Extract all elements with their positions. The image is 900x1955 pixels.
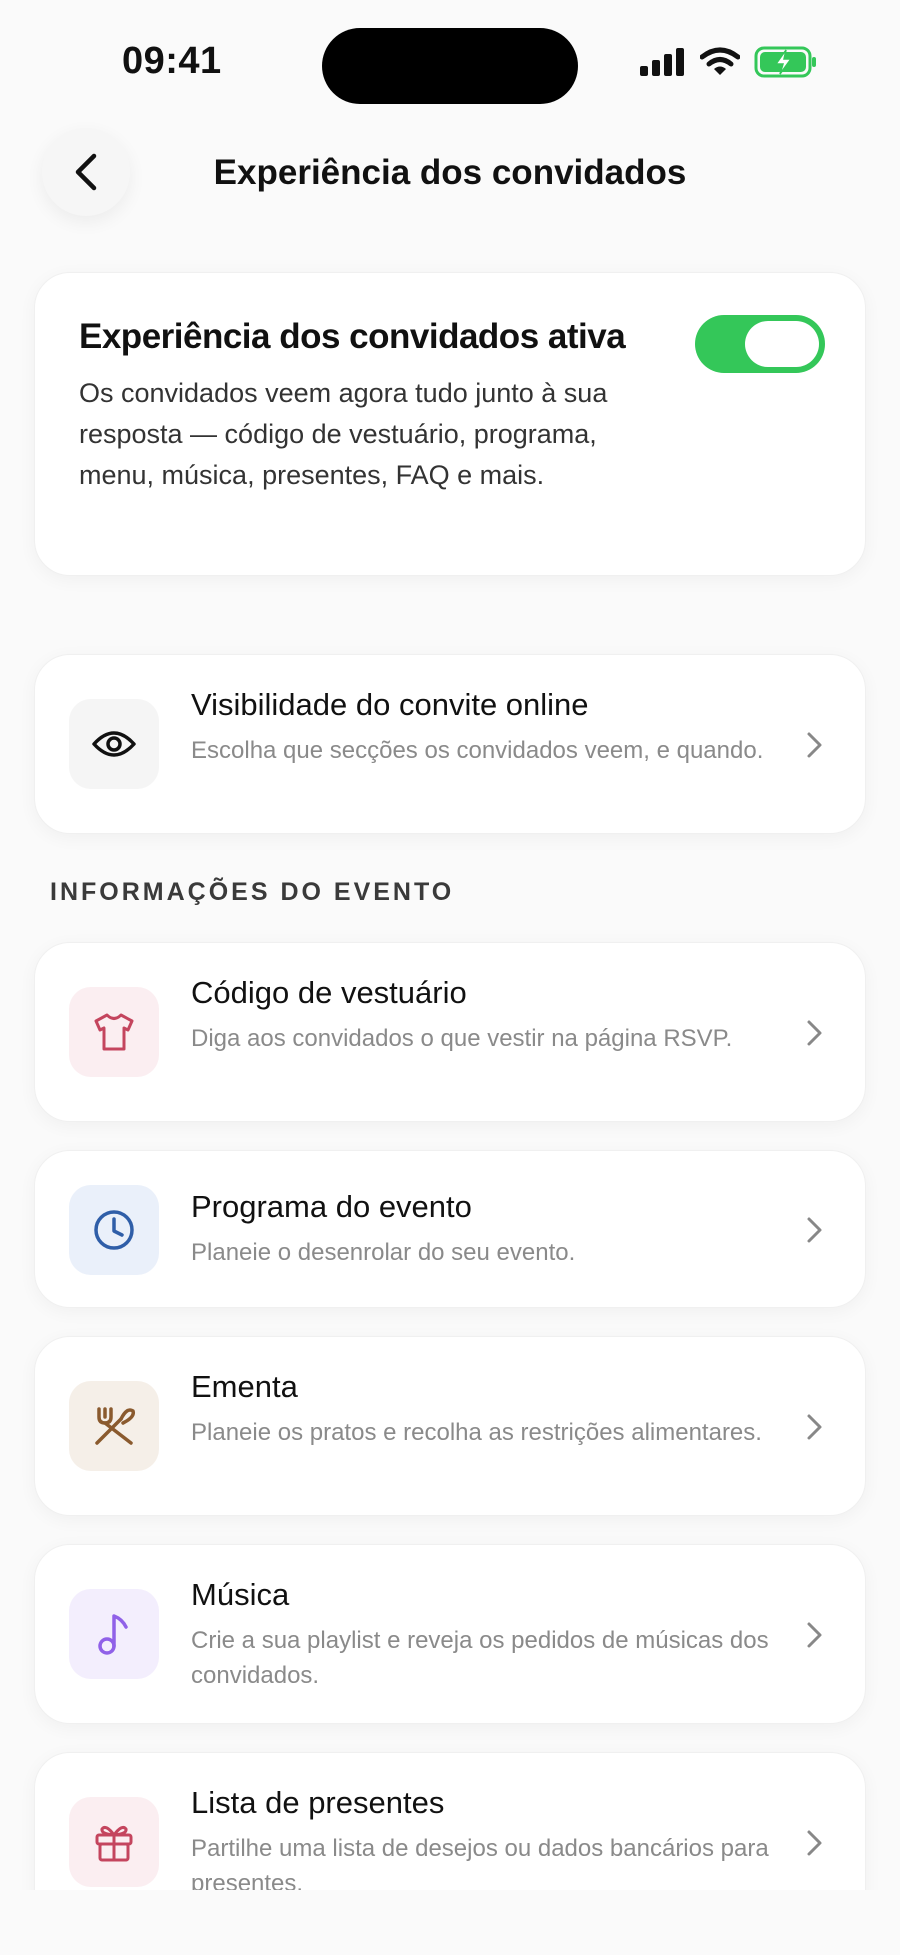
bottom-scroll-mask	[0, 1890, 900, 1955]
menu-icon-tile	[69, 1381, 159, 1471]
visibility-icon-tile	[69, 699, 159, 789]
guest-experience-description: Os convidados veem agora tudo junto à su…	[79, 378, 608, 490]
chevron-right-icon	[807, 1217, 822, 1243]
chevron-right-icon	[807, 1020, 822, 1046]
list-item-subtitle: Planeie o desenrolar do seu evento.	[191, 1239, 576, 1266]
battery-charging-icon	[754, 46, 816, 78]
dress-code-icon-tile	[69, 987, 159, 1077]
toggle-knob	[745, 321, 819, 367]
status-icons	[640, 46, 818, 78]
list-item-menu[interactable]: Ementa Planeie os pratos e recolha as re…	[34, 1336, 866, 1516]
event-program-icon-tile	[69, 1185, 159, 1275]
list-item-event-program[interactable]: Programa do evento Planeie o desenrolar …	[34, 1150, 866, 1308]
list-item-title: Música	[191, 1577, 290, 1612]
list-item-music[interactable]: Música Crie a sua playlist e reveja os p…	[34, 1544, 866, 1724]
gift-list-icon-tile	[69, 1797, 159, 1887]
guest-experience-card: Experiência dos convidados ativa Os conv…	[34, 272, 866, 576]
list-item-subtitle: Crie a sua playlist e reveja os pedidos …	[191, 1627, 769, 1689]
chevron-right-icon	[807, 1830, 822, 1856]
dynamic-island	[322, 28, 578, 104]
gift-icon	[95, 1826, 133, 1862]
status-time: 09:41	[122, 40, 222, 82]
visibility-title: Visibilidade do convite online	[191, 687, 589, 722]
utensils-icon	[95, 1407, 136, 1445]
chevron-right-icon	[807, 1414, 822, 1440]
list-item-dress-code[interactable]: Código de vestuário Diga aos convidados …	[34, 942, 866, 1122]
nav-header: Experiência dos convidados	[0, 120, 900, 230]
status-bar: 09:41	[0, 0, 900, 120]
shirt-icon	[94, 1013, 134, 1051]
section-label-event-info: INFORMAÇÕES DO EVENTO	[50, 878, 455, 906]
list-item-subtitle: Planeie os pratos e recolha as restriçõe…	[191, 1419, 762, 1446]
guest-experience-toggle[interactable]	[695, 315, 825, 373]
clock-icon	[94, 1210, 134, 1250]
list-item-title: Ementa	[191, 1369, 298, 1404]
page-title: Experiência dos convidados	[213, 153, 687, 192]
guest-experience-title: Experiência dos convidados ativa	[79, 317, 626, 356]
chevron-right-icon	[807, 732, 822, 758]
list-item-title: Lista de presentes	[191, 1785, 445, 1820]
cellular-signal-icon	[640, 48, 684, 76]
music-note-icon	[98, 1614, 128, 1655]
eye-icon	[92, 731, 136, 757]
list-item-title: Programa do evento	[191, 1189, 472, 1224]
visibility-subtitle: Escolha que secções os convidados veem, …	[191, 737, 764, 764]
music-icon-tile	[69, 1589, 159, 1679]
list-item-subtitle: Diga aos convidados o que vestir na pági…	[191, 1025, 733, 1052]
chevron-right-icon	[807, 1622, 822, 1648]
list-item-title: Código de vestuário	[191, 975, 467, 1010]
wifi-icon	[700, 47, 740, 75]
visibility-card[interactable]: Visibilidade do convite online Escolha q…	[34, 654, 866, 834]
